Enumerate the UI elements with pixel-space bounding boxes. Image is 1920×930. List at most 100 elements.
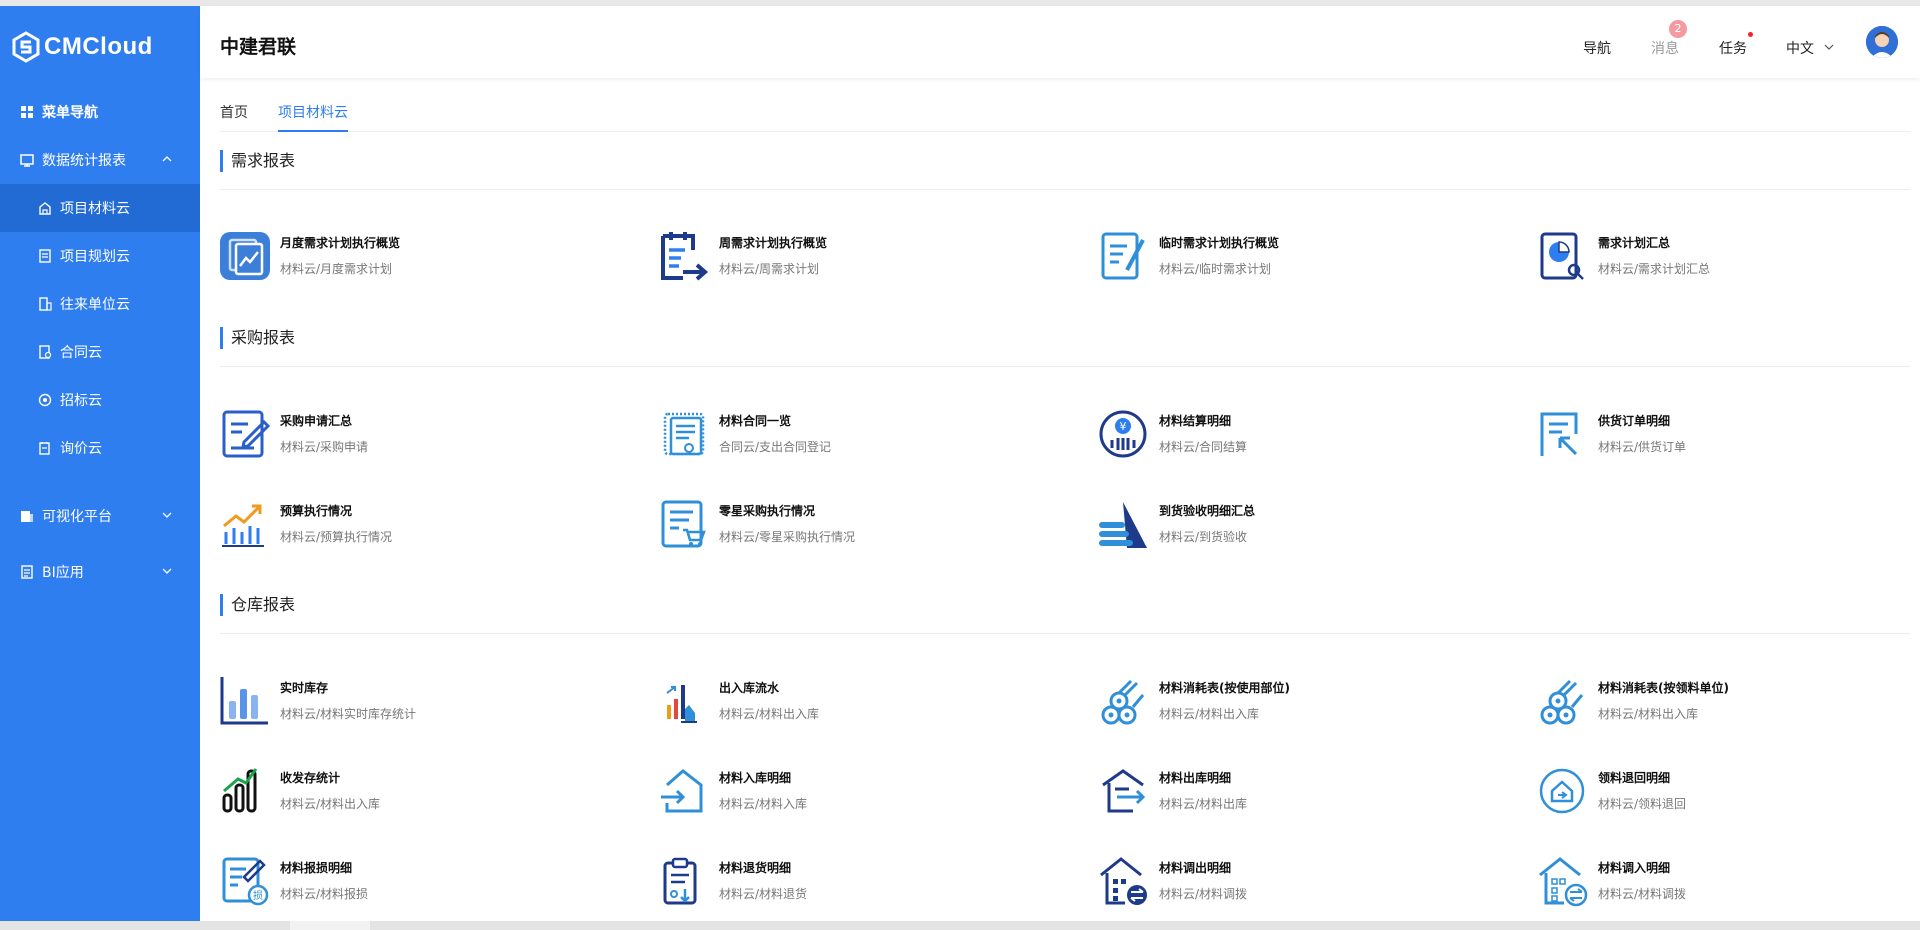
sidebar-item-bi-apps[interactable]: BI应用 <box>0 548 200 596</box>
nav-link[interactable]: 导航 <box>1583 38 1611 58</box>
logo-text: CMCloud <box>44 33 153 60</box>
card-title: 供货订单明细 <box>1598 414 1671 428</box>
sidebar-item-label: 项目材料云 <box>60 201 130 217</box>
visual-icon <box>21 511 33 522</box>
card-subtitle: 材料云/预算执行情况 <box>280 530 393 544</box>
pipes-icon <box>1101 679 1145 725</box>
tab-project-material-cloud[interactable]: 项目材料云 <box>278 102 348 122</box>
chevron-down-icon <box>162 568 172 574</box>
report-card[interactable]: 需求计划汇总 材料云/需求计划汇总 <box>1538 226 1920 282</box>
card-title: 领料退回明细 <box>1598 771 1671 785</box>
sidebar-item-visual-platform[interactable]: 可视化平台 <box>0 492 200 540</box>
card-title: 周需求计划执行概览 <box>719 236 828 250</box>
tasks-link[interactable]: 任务 <box>1719 38 1747 58</box>
report-card[interactable]: 预算执行情况 材料云/预算执行情况 <box>220 494 620 550</box>
report-card[interactable]: 供货订单明细 材料云/供货订单 <box>1538 404 1920 460</box>
inquiry-icon <box>39 442 50 455</box>
language-select[interactable]: 中文 <box>1786 38 1814 58</box>
section-title-purchase: 采购报表 <box>220 327 295 349</box>
sidebar-item-bidding-cloud[interactable]: 招标云 <box>0 376 200 424</box>
card-subtitle: 材料云/采购申请 <box>280 440 369 454</box>
card-title: 采购申请汇总 <box>280 414 353 428</box>
trend-chart-icon <box>222 504 264 547</box>
report-card[interactable]: 领料退回明细 材料云/领料退回 <box>1538 761 1920 817</box>
card-title: 材料消耗表(按领料单位) <box>1598 681 1729 695</box>
logo[interactable]: CMCloud <box>0 6 200 88</box>
pipes-icon <box>1540 679 1584 725</box>
sidebar-item-label: 往来单位云 <box>60 297 130 313</box>
plan-icon <box>39 249 51 263</box>
card-subtitle: 材料云/零星采购执行情况 <box>719 530 856 544</box>
card-subtitle: 材料云/材料入库 <box>719 797 808 811</box>
monthly-chart-icon <box>220 232 270 280</box>
card-title: 材料退货明细 <box>719 861 792 875</box>
report-card[interactable]: 实时库存 材料云/材料实时库存统计 <box>220 671 620 727</box>
report-card[interactable]: 材料调入明细 材料云/材料调拨 <box>1538 851 1920 907</box>
tab-home[interactable]: 首页 <box>220 102 248 122</box>
target-icon <box>38 393 52 407</box>
contract-icon <box>39 345 52 359</box>
report-card[interactable]: 月度需求计划执行概览 材料云/月度需求计划 <box>220 226 620 282</box>
card-subtitle: 材料云/临时需求计划 <box>1159 262 1272 276</box>
chevron-up-icon <box>162 156 172 162</box>
report-card[interactable]: 采购申请汇总 材料云/采购申请 <box>220 404 620 460</box>
report-card[interactable]: 材料消耗表(按使用部位) 材料云/材料出入库 <box>1099 671 1499 727</box>
card-subtitle: 材料云/材料出入库 <box>1159 707 1260 721</box>
messages-link[interactable]: 消息 <box>1651 38 1679 58</box>
building-icon <box>39 202 51 215</box>
report-card[interactable]: 材料退货明细 材料云/材料退货 <box>659 851 1059 907</box>
sidebar-item-contract-cloud[interactable]: 合同云 <box>0 328 200 376</box>
card-subtitle: 材料云/材料调拨 <box>1598 887 1687 901</box>
section-title-demand: 需求报表 <box>220 150 295 172</box>
user-avatar[interactable] <box>1866 26 1898 58</box>
sidebar-item-label: 询价云 <box>60 441 102 457</box>
card-title: 实时库存 <box>280 681 329 695</box>
card-title: 材料报损明细 <box>280 861 353 875</box>
card-title: 材料入库明细 <box>719 771 792 785</box>
card-title: 材料调入明细 <box>1598 861 1671 875</box>
flow-icon <box>666 685 697 723</box>
report-card[interactable]: 零星采购执行情况 材料云/零星采购执行情况 <box>659 494 1059 550</box>
report-card[interactable]: 损 材料报损明细 材料云/材料报损 <box>220 851 620 907</box>
warehouse-out-icon <box>1102 769 1146 813</box>
section-divider <box>220 633 1910 634</box>
card-subtitle: 材料云/材料出入库 <box>280 797 381 811</box>
report-card[interactable]: 材料消耗表(按领料单位) 材料云/材料出入库 <box>1538 671 1920 727</box>
chevron-down-icon[interactable] <box>1824 42 1834 52</box>
card-subtitle: 材料云/材料调拨 <box>1159 887 1248 901</box>
sidebar-item-partner-cloud[interactable]: 往来单位云 <box>0 280 200 328</box>
report-card[interactable]: 材料调出明细 材料云/材料调拨 <box>1099 851 1499 907</box>
bar-stock-icon <box>220 677 268 725</box>
report-card[interactable]: 材料入库明细 材料云/材料入库 <box>659 761 1059 817</box>
sidebar-item-data-reports[interactable]: 数据统计报表 <box>0 136 200 184</box>
report-card[interactable]: 临时需求计划执行概览 材料云/临时需求计划 <box>1099 226 1499 282</box>
report-card[interactable]: 收发存统计 材料云/材料出入库 <box>220 761 620 817</box>
sidebar-item-project-material-cloud[interactable]: 项目材料云 <box>0 184 200 232</box>
sidebar-item-inquiry-cloud[interactable]: 询价云 <box>0 424 200 472</box>
report-card[interactable]: ¥ 材料结算明细 材料云/合同结算 <box>1099 404 1499 460</box>
report-card[interactable]: 材料合同一览 合同云/支出合同登记 <box>659 404 1059 460</box>
warehouse-in-icon <box>661 769 703 813</box>
card-title: 出入库流水 <box>719 681 780 695</box>
report-card[interactable]: 周需求计划执行概览 材料云/周需求计划 <box>659 226 1059 282</box>
report-card[interactable]: 出入库流水 材料云/材料出入库 <box>659 671 1059 727</box>
grid-icon <box>21 106 33 118</box>
transfer-in-icon <box>1539 857 1588 907</box>
scrollbar-thumb[interactable] <box>290 921 370 930</box>
svg-text:损: 损 <box>253 889 263 902</box>
cart-list-icon <box>661 500 706 548</box>
weekly-plan-icon <box>661 232 709 281</box>
page-tabs: 首页 项目材料云 <box>220 96 1910 132</box>
sidebar-item-menu-nav[interactable]: 菜单导航 <box>0 88 200 136</box>
card-title: 材料调出明细 <box>1159 861 1232 875</box>
report-card[interactable]: 材料出库明细 材料云/材料出库 <box>1099 761 1499 817</box>
message-count-badge: 2 <box>1669 20 1687 38</box>
card-title: 材料消耗表(按使用部位) <box>1159 681 1290 695</box>
report-card[interactable]: 到货验收明细汇总 材料云/到货验收 <box>1099 494 1499 550</box>
yuan-coin-icon: ¥ <box>1099 410 1147 458</box>
card-subtitle: 材料云/材料实时库存统计 <box>280 707 417 721</box>
card-subtitle: 材料云/需求计划汇总 <box>1598 262 1711 276</box>
sidebar-item-project-planning-cloud[interactable]: 项目规划云 <box>0 232 200 280</box>
card-title: 收发存统计 <box>280 771 341 785</box>
horizontal-scrollbar[interactable] <box>0 921 1920 930</box>
